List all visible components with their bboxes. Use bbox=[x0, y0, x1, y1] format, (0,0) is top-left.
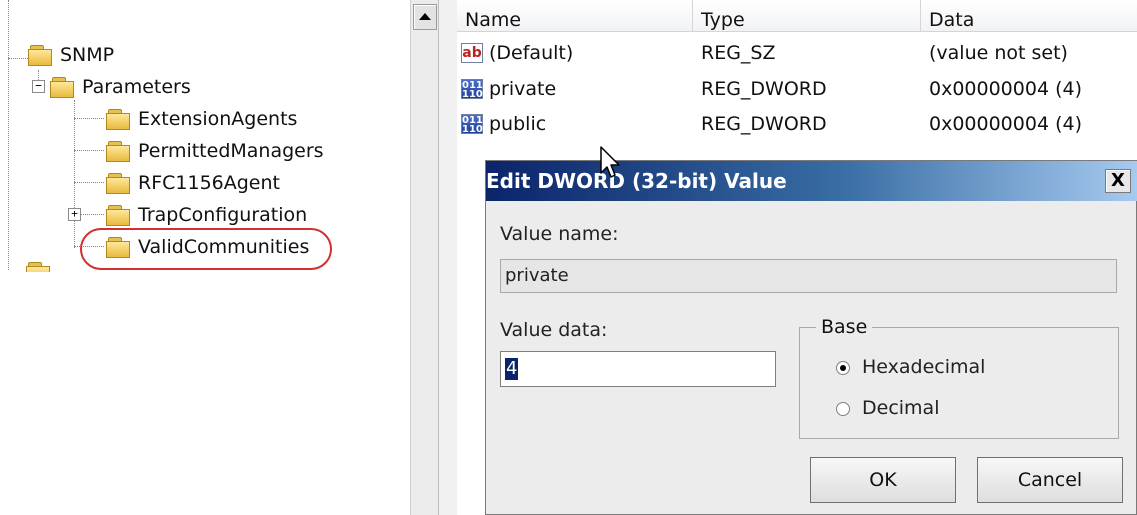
tree-guide-line bbox=[74, 118, 104, 119]
pane-splitter[interactable] bbox=[438, 0, 458, 515]
tree-item-label: TrapConfiguration bbox=[138, 204, 308, 226]
ok-button[interactable]: OK bbox=[810, 457, 956, 503]
highlight-circle bbox=[80, 228, 332, 270]
tree-guide-line bbox=[74, 150, 104, 151]
column-header-data[interactable]: Data bbox=[921, 0, 1137, 32]
tree-item-label: ExtensionAgents bbox=[138, 108, 298, 130]
value-type: REG_SZ bbox=[701, 42, 776, 64]
dialog-title: Edit DWORD (32-bit) Value bbox=[486, 169, 787, 193]
tree-item-permittedmanagers[interactable]: PermittedManagers bbox=[106, 136, 324, 166]
folder-icon bbox=[26, 262, 50, 272]
value-type: REG_DWORD bbox=[701, 78, 827, 100]
value-name: (Default) bbox=[489, 42, 574, 64]
binary-value-icon: 011 110 bbox=[461, 79, 483, 100]
dialog-titlebar[interactable]: Edit DWORD (32-bit) Value X bbox=[486, 161, 1137, 201]
tree-guide-line bbox=[74, 100, 75, 248]
value-name: private bbox=[489, 78, 557, 100]
tree-item-label: Parameters bbox=[82, 76, 191, 98]
tree-guide-line bbox=[74, 182, 104, 183]
tree-item-parameters[interactable]: Parameters bbox=[50, 72, 191, 102]
registry-tree: SNMP − Parameters ExtensionAgents Permit… bbox=[0, 0, 410, 515]
tree-item-rfc1156agent[interactable]: RFC1156Agent bbox=[106, 168, 280, 198]
string-value-icon: ab bbox=[461, 43, 483, 63]
list-row[interactable]: 011 110 private REG_DWORD 0x00000004 (4) bbox=[457, 74, 1137, 104]
tree-guide-line bbox=[8, 58, 30, 59]
folder-icon bbox=[106, 173, 130, 194]
folder-icon bbox=[106, 205, 130, 226]
list-row[interactable]: ab (Default) REG_SZ (value not set) bbox=[457, 38, 1137, 68]
folder-icon bbox=[106, 109, 130, 130]
column-header-name[interactable]: Name bbox=[457, 0, 693, 32]
value-data-input[interactable]: 4 bbox=[500, 351, 776, 387]
base-groupbox bbox=[799, 327, 1119, 439]
folder-icon bbox=[28, 45, 52, 66]
tree-item-label: RFC1156Agent bbox=[138, 172, 280, 194]
edit-dword-dialog: Edit DWORD (32-bit) Value X Value name: … bbox=[485, 160, 1137, 515]
tree-item-trapconfiguration[interactable]: TrapConfiguration bbox=[106, 200, 307, 230]
tree-item-label: SNMP bbox=[60, 44, 115, 66]
mouse-cursor-icon bbox=[600, 146, 620, 178]
list-row[interactable]: 011 110 public REG_DWORD 0x00000004 (4) bbox=[457, 109, 1137, 139]
tree-item-snmp[interactable]: SNMP bbox=[28, 40, 114, 70]
value-data: (value not set) bbox=[929, 42, 1068, 64]
decimal-radio[interactable] bbox=[836, 402, 850, 416]
value-data-text: 4 bbox=[505, 358, 519, 380]
binary-value-icon: 011 110 bbox=[461, 114, 483, 135]
value-name-field: private bbox=[500, 259, 1117, 293]
tree-item-extensionagents[interactable]: ExtensionAgents bbox=[106, 104, 297, 134]
value-data-label: Value data: bbox=[500, 319, 608, 341]
folder-icon bbox=[106, 141, 130, 162]
hexadecimal-label[interactable]: Hexadecimal bbox=[862, 356, 985, 378]
cancel-button[interactable]: Cancel bbox=[977, 457, 1123, 503]
column-header-type[interactable]: Type bbox=[693, 0, 921, 32]
decimal-label[interactable]: Decimal bbox=[862, 397, 939, 419]
value-type: REG_DWORD bbox=[701, 113, 827, 135]
base-label: Base bbox=[816, 316, 873, 338]
value-name-label: Value name: bbox=[500, 223, 619, 245]
value-data: 0x00000004 (4) bbox=[929, 113, 1082, 135]
folder-icon bbox=[50, 77, 74, 98]
tree-scrollbar[interactable] bbox=[410, 0, 439, 515]
value-name: public bbox=[489, 113, 547, 135]
value-data: 0x00000004 (4) bbox=[929, 78, 1082, 100]
scroll-up-arrow-icon[interactable] bbox=[413, 4, 437, 30]
tree-guide-line bbox=[8, 0, 9, 270]
tree-guide-line bbox=[80, 214, 104, 215]
hexadecimal-radio[interactable] bbox=[836, 361, 850, 375]
close-button[interactable]: X bbox=[1105, 169, 1131, 193]
tree-item-label: PermittedManagers bbox=[138, 140, 324, 162]
expand-toggle[interactable]: + bbox=[68, 208, 81, 221]
collapse-toggle[interactable]: − bbox=[32, 80, 45, 93]
